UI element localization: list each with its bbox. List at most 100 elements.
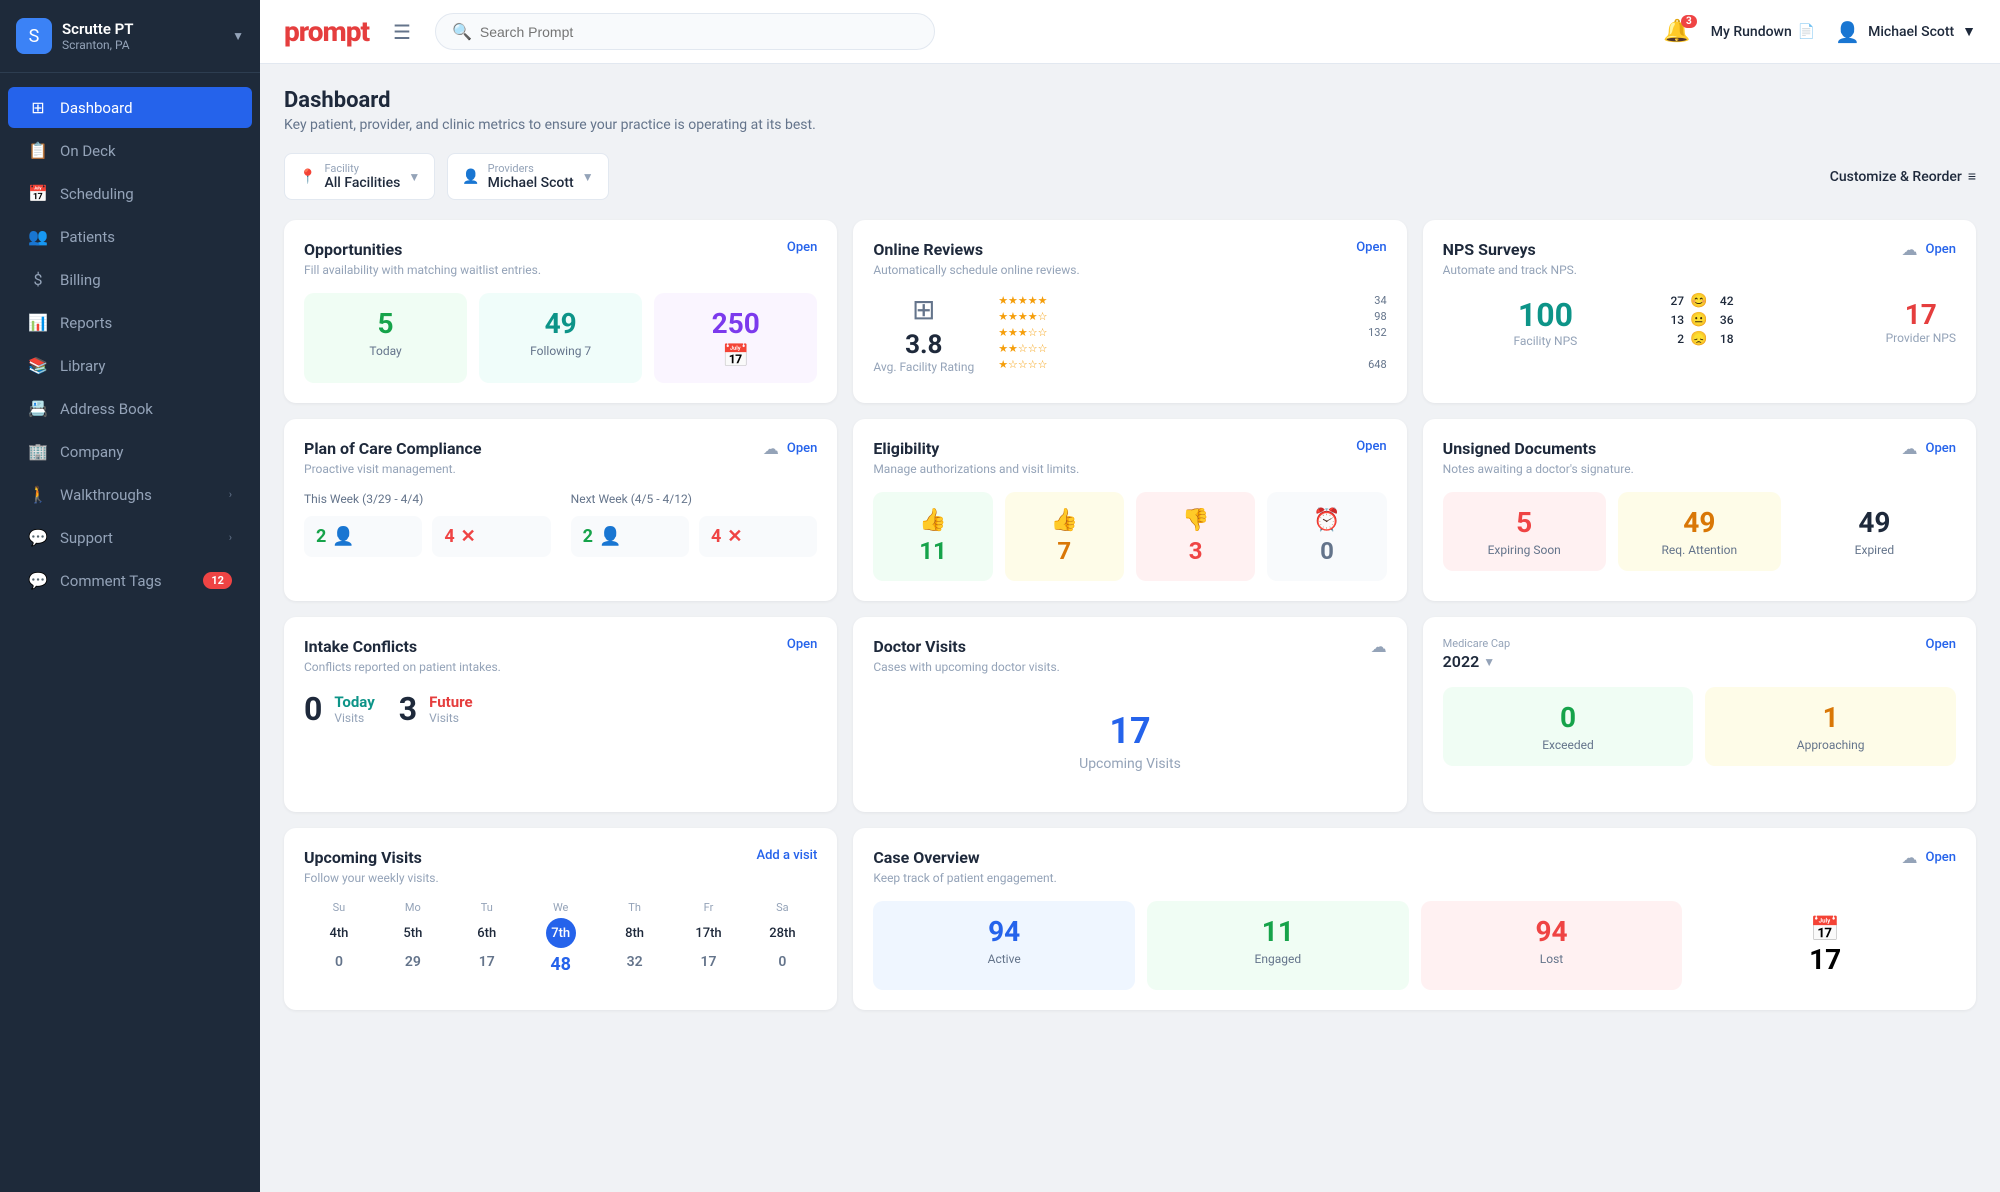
search-bar[interactable]: 🔍 xyxy=(435,13,935,50)
nps-right-2: 36 xyxy=(1714,313,1734,327)
day-count-mo: 29 xyxy=(378,954,448,970)
sidebar-item-patients[interactable]: 👥 Patients xyxy=(8,216,252,257)
star-count-4: 98 xyxy=(1374,310,1386,323)
sidebar-label-on-deck: On Deck xyxy=(60,142,232,160)
clock-icon: ⏰ xyxy=(1283,508,1370,533)
notifications-button[interactable]: 🔔 3 xyxy=(1663,19,1690,44)
upcoming-visits-card: Upcoming Visits Add a visit Follow your … xyxy=(284,828,837,1010)
expired-metric: 49 Expired xyxy=(1793,492,1956,571)
eligibility-metrics: 👍 11 👍 7 👎 3 ⏰ 0 xyxy=(873,492,1386,581)
reviews-content: ⊞ 3.8 Avg. Facility Rating ★★★★★ 34 ★★★★… xyxy=(873,293,1386,374)
customize-label: Customize & Reorder xyxy=(1830,169,1962,185)
unsigned-open-link[interactable]: Open xyxy=(1926,441,1956,456)
sidebar-item-reports[interactable]: 📊 Reports xyxy=(8,302,252,343)
day-count-th: 32 xyxy=(600,954,670,970)
search-icon: 🔍 xyxy=(452,22,472,41)
elig-good-metric: 👍 11 xyxy=(873,492,992,581)
sidebar-item-billing[interactable]: $ Billing xyxy=(8,259,252,300)
medicare-open-link[interactable]: Open xyxy=(1926,637,1956,652)
intake-title: Intake Conflicts xyxy=(304,637,417,656)
nps-open-link[interactable]: Open xyxy=(1926,242,1956,257)
page-title: Dashboard xyxy=(284,88,1976,113)
x-icon-1: ✕ xyxy=(461,526,476,547)
approaching-label: Approaching xyxy=(1719,738,1942,752)
thumbs-down-icon: 👎 xyxy=(1152,508,1239,533)
my-rundown-button[interactable]: My Rundown 📄 xyxy=(1711,24,1815,40)
opp-calendar-value: 250 xyxy=(670,307,801,340)
intake-future-item: 3 Future Visits xyxy=(399,690,473,728)
day-col-we[interactable]: We 7th 48 xyxy=(526,901,596,975)
intake-future-sub: Visits xyxy=(429,711,472,725)
day-name-th: Th xyxy=(600,901,670,914)
sidebar-label-dashboard: Dashboard xyxy=(60,99,232,117)
avg-rating-value: 3.8 xyxy=(873,330,974,360)
sidebar-item-walkthroughs[interactable]: 🚶 Walkthroughs › xyxy=(8,474,252,515)
providers-filter[interactable]: 👤 Providers Michael Scott ▼ xyxy=(447,153,608,200)
unsigned-subtitle: Notes awaiting a doctor's signature. xyxy=(1443,462,1956,476)
dashboard-icon: ⊞ xyxy=(28,98,48,117)
comment-tags-icon: 💬 xyxy=(28,571,48,590)
notification-badge: 3 xyxy=(1681,15,1697,28)
intake-subtitle: Conflicts reported on patient intakes. xyxy=(304,660,817,674)
day-count-tu: 17 xyxy=(452,954,522,970)
day-col-fr: Fr 17th 17 xyxy=(674,901,744,975)
user-menu[interactable]: 👤 Michael Scott ▼ xyxy=(1835,20,1976,44)
opp-calendar-metric: 250 📅 xyxy=(654,293,817,383)
calendar-icon: 📅 xyxy=(670,344,801,369)
case-overview-open-link[interactable]: Open xyxy=(1926,850,1956,865)
intake-today-count: 0 xyxy=(304,690,322,728)
case-calendar-metric: 📅 17 xyxy=(1694,901,1956,990)
expiring-soon-metric: 5 Expiring Soon xyxy=(1443,492,1606,571)
facility-filter[interactable]: 📍 Facility All Facilities ▼ xyxy=(284,153,435,200)
sidebar-item-scheduling[interactable]: 📅 Scheduling xyxy=(8,173,252,214)
sidebar-item-comment-tags[interactable]: 💬 Comment Tags 12 xyxy=(8,560,252,601)
intake-future-count: 3 xyxy=(399,690,417,728)
online-reviews-open-link[interactable]: Open xyxy=(1356,240,1386,255)
avg-rating-block: ⊞ 3.8 Avg. Facility Rating xyxy=(873,293,974,374)
opp-today-value: 5 xyxy=(320,307,451,340)
header-actions: 🔔 3 My Rundown 📄 👤 Michael Scott ▼ xyxy=(1663,19,1976,44)
add-visit-link[interactable]: Add a visit xyxy=(756,848,817,863)
medicare-year-selector[interactable]: 2022 ▼ xyxy=(1443,652,1511,671)
main-content: prompt ☰ 🔍 🔔 3 My Rundown 📄 👤 Michael Sc… xyxy=(260,0,2000,1192)
facility-value: All Facilities xyxy=(324,175,400,191)
rating-table-icon: ⊞ xyxy=(873,293,974,326)
online-reviews-title: Online Reviews xyxy=(873,240,983,259)
star-count-5: 34 xyxy=(1374,294,1386,307)
expiring-soon-label: Expiring Soon xyxy=(1457,543,1592,557)
doctor-visits-cloud-icon: ☁ xyxy=(1371,637,1387,656)
eligibility-open-link[interactable]: Open xyxy=(1356,439,1386,454)
logo: prompt xyxy=(284,15,369,48)
poc-w2-m2: 4 ✕ xyxy=(699,516,817,557)
sidebar-item-company[interactable]: 🏢 Company xyxy=(8,431,252,472)
poc-week2: Next Week (4/5 - 4/12) 2 👤 4 ✕ xyxy=(571,492,818,557)
location-icon: 📍 xyxy=(299,169,316,185)
poc-w2-m1: 2 👤 xyxy=(571,516,689,557)
customize-reorder-button[interactable]: Customize & Reorder ≡ xyxy=(1830,168,1976,185)
menu-icon[interactable]: ☰ xyxy=(393,20,411,44)
on-deck-icon: 📋 xyxy=(28,141,48,160)
search-input[interactable] xyxy=(480,24,918,40)
org-selector[interactable]: S Scrutte PT Scranton, PA ▼ xyxy=(0,0,260,73)
page-content: Dashboard Key patient, provider, and cli… xyxy=(260,64,2000,1192)
sidebar-item-dashboard[interactable]: ⊞ Dashboard xyxy=(8,87,252,128)
poc-cloud-icon: ☁ xyxy=(763,439,779,458)
poc-open-link[interactable]: Open xyxy=(787,441,817,456)
sidebar-item-support[interactable]: 💬 Support › xyxy=(8,517,252,558)
expired-label: Expired xyxy=(1807,543,1942,557)
opportunities-open-link[interactable]: Open xyxy=(787,240,817,255)
intake-open-link[interactable]: Open xyxy=(787,637,817,652)
elig-neutral-metric: ⏰ 0 xyxy=(1267,492,1386,581)
day-num-mo: 5th xyxy=(398,918,428,948)
poc-w2-m2-value: 4 xyxy=(711,526,721,547)
poc-title: Plan of Care Compliance xyxy=(304,439,481,458)
intake-metrics: 0 Today Visits 3 Future Visits xyxy=(304,690,817,728)
nps-subtitle: Automate and track NPS. xyxy=(1443,263,1956,277)
day-name-mo: Mo xyxy=(378,901,448,914)
opp-today-label: Today xyxy=(320,344,451,358)
my-rundown-icon: 📄 xyxy=(1798,24,1815,40)
sidebar-item-library[interactable]: 📚 Library xyxy=(8,345,252,386)
sidebar-item-on-deck[interactable]: 📋 On Deck xyxy=(8,130,252,171)
sidebar-item-address-book[interactable]: 📇 Address Book xyxy=(8,388,252,429)
sidebar-label-patients: Patients xyxy=(60,228,232,246)
